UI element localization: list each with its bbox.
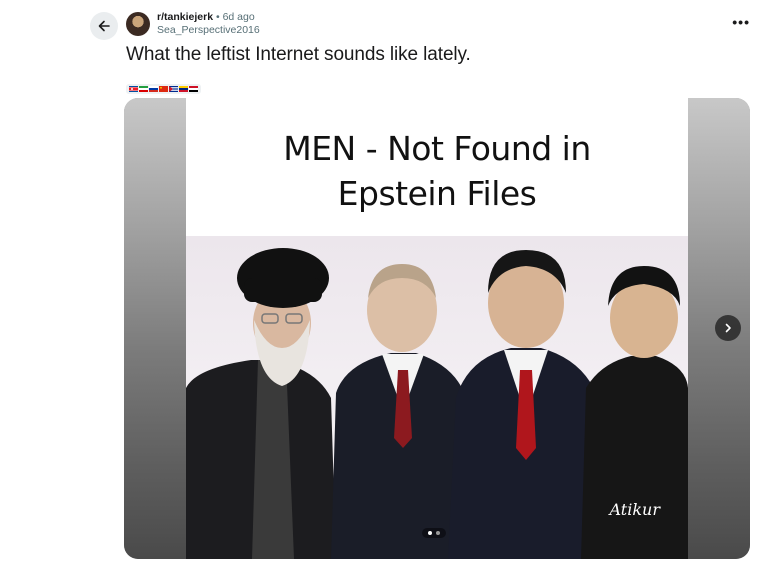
cuba-flag (169, 86, 178, 92)
back-arrow-icon (98, 20, 110, 32)
post-media-carousel[interactable]: MEN - Not Found in Epstein Files Atikur (124, 98, 750, 559)
figure-3 (448, 250, 604, 559)
carousel-indicator (422, 528, 446, 538)
post-title: What the leftist Internet sounds like la… (126, 44, 471, 65)
north-korea-flag (129, 86, 138, 92)
carousel-dot-2[interactable] (436, 531, 440, 535)
venezuela-flag (179, 86, 188, 92)
post-age: 6d ago (222, 11, 255, 23)
username-link[interactable]: Sea_Perspective2016 (157, 24, 260, 37)
meme-figures-illustration (186, 248, 688, 559)
subreddit-link[interactable]: r/tankiejerk (157, 11, 213, 23)
media-blur-left (124, 98, 186, 559)
syria-flag (189, 86, 198, 92)
figure-2 (331, 264, 471, 559)
figure-1 (186, 248, 336, 559)
carousel-next-button[interactable] (715, 315, 741, 341)
image-watermark: Atikur (609, 500, 660, 519)
meta-separator: • (215, 11, 220, 23)
post-meta: r/tankiejerk • 6d ago Sea_Perspective201… (157, 11, 260, 37)
user-flair (126, 84, 201, 94)
russia-flag (149, 86, 158, 92)
subreddit-avatar[interactable] (126, 12, 150, 36)
carousel-dot-1[interactable] (428, 531, 432, 535)
chevron-right-icon (725, 323, 731, 333)
more-options-button[interactable]: ••• (732, 14, 750, 30)
back-button[interactable] (90, 12, 118, 40)
meme-image: MEN - Not Found in Epstein Files Atikur (186, 98, 688, 559)
iran-flag (139, 86, 148, 92)
china-flag (159, 86, 168, 92)
